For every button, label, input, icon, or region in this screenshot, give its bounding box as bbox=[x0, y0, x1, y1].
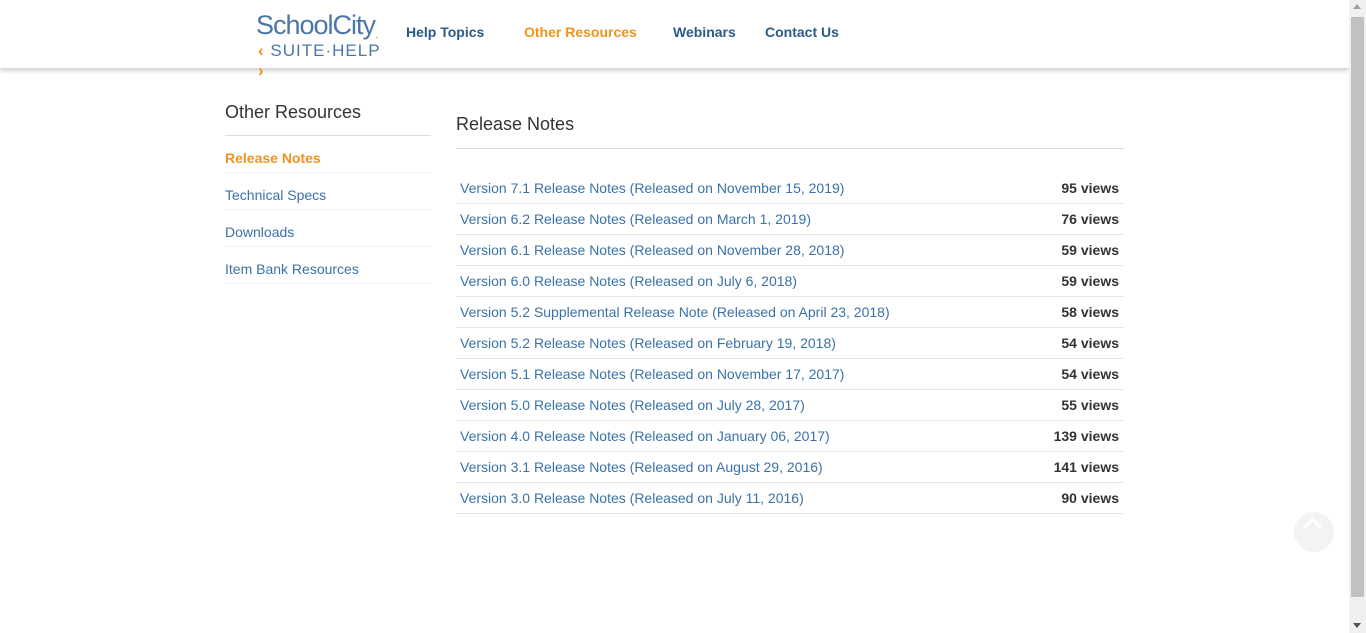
release-notes-list: Version 7.1 Release Notes (Released on N… bbox=[456, 173, 1124, 514]
list-item: Version 7.1 Release Notes (Released on N… bbox=[456, 173, 1124, 204]
list-item: Version 4.0 Release Notes (Released on J… bbox=[456, 421, 1124, 452]
scrollbar-thumb[interactable] bbox=[1351, 17, 1364, 597]
release-note-link[interactable]: Version 5.0 Release Notes (Released on J… bbox=[460, 397, 805, 413]
release-note-link[interactable]: Version 6.2 Release Notes (Released on M… bbox=[460, 211, 811, 227]
logo-suite-help: ‹ SUITE·HELP › bbox=[258, 41, 381, 80]
view-count: 139 views bbox=[1053, 428, 1119, 444]
list-item: Version 6.2 Release Notes (Released on M… bbox=[456, 204, 1124, 235]
back-to-top-button[interactable] bbox=[1294, 512, 1334, 552]
sidebar-title: Other Resources bbox=[225, 102, 431, 136]
release-note-link[interactable]: Version 3.0 Release Notes (Released on J… bbox=[460, 490, 804, 506]
sidebar-item-downloads: Downloads bbox=[225, 210, 431, 247]
view-count: 59 views bbox=[1061, 242, 1119, 258]
sidebar-item-item-bank-resources: Item Bank Resources bbox=[225, 247, 431, 284]
nav-help-topics[interactable]: Help Topics bbox=[406, 24, 484, 40]
view-count: 58 views bbox=[1061, 304, 1119, 320]
view-count: 55 views bbox=[1061, 397, 1119, 413]
release-note-link[interactable]: Version 5.1 Release Notes (Released on N… bbox=[460, 366, 844, 382]
scroll-up-arrow-icon[interactable] bbox=[1353, 4, 1361, 9]
schoolcity-logo[interactable]: SchoolCity. ‹ SUITE·HELP › bbox=[256, 10, 391, 80]
view-count: 76 views bbox=[1061, 211, 1119, 227]
list-item: Version 6.0 Release Notes (Released on J… bbox=[456, 266, 1124, 297]
chevron-up-icon bbox=[1303, 517, 1322, 536]
release-note-link[interactable]: Version 3.1 Release Notes (Released on A… bbox=[460, 459, 823, 475]
sidebar-link-item-bank-resources[interactable]: Item Bank Resources bbox=[225, 247, 431, 283]
list-item: Version 5.2 Release Notes (Released on F… bbox=[456, 328, 1124, 359]
view-count: 54 views bbox=[1061, 366, 1119, 382]
sidebar-link-downloads[interactable]: Downloads bbox=[225, 210, 431, 246]
release-note-link[interactable]: Version 5.2 Release Notes (Released on F… bbox=[460, 335, 836, 351]
release-note-link[interactable]: Version 7.1 Release Notes (Released on N… bbox=[460, 180, 844, 196]
release-note-link[interactable]: Version 6.1 Release Notes (Released on N… bbox=[460, 242, 844, 258]
view-count: 90 views bbox=[1061, 490, 1119, 506]
sidebar-item-technical-specs: Technical Specs bbox=[225, 173, 431, 210]
view-count: 95 views bbox=[1061, 180, 1119, 196]
list-item: Version 6.1 Release Notes (Released on N… bbox=[456, 235, 1124, 266]
list-item: Version 5.2 Supplemental Release Note (R… bbox=[456, 297, 1124, 328]
list-item: Version 3.0 Release Notes (Released on J… bbox=[456, 483, 1124, 514]
list-item: Version 5.0 Release Notes (Released on J… bbox=[456, 390, 1124, 421]
sidebar-item-release-notes: Release Notes bbox=[225, 136, 431, 173]
page-title: Release Notes bbox=[456, 114, 1124, 149]
release-note-link[interactable]: Version 4.0 Release Notes (Released on J… bbox=[460, 428, 830, 444]
logo-brand: SchoolCity. bbox=[256, 10, 379, 41]
release-note-link[interactable]: Version 5.2 Supplemental Release Note (R… bbox=[460, 304, 890, 320]
main-content: Release Notes Version 7.1 Release Notes … bbox=[456, 114, 1124, 514]
view-count: 141 views bbox=[1053, 459, 1119, 475]
nav-contact-us[interactable]: Contact Us bbox=[765, 24, 839, 40]
nav-webinars[interactable]: Webinars bbox=[673, 24, 736, 40]
sidebar-link-technical-specs[interactable]: Technical Specs bbox=[225, 173, 431, 209]
view-count: 54 views bbox=[1061, 335, 1119, 351]
list-item: Version 3.1 Release Notes (Released on A… bbox=[456, 452, 1124, 483]
release-note-link[interactable]: Version 6.0 Release Notes (Released on J… bbox=[460, 273, 797, 289]
view-count: 59 views bbox=[1061, 273, 1119, 289]
sidebar-link-release-notes[interactable]: Release Notes bbox=[225, 136, 431, 172]
site-header: SchoolCity. ‹ SUITE·HELP › Help Topics O… bbox=[0, 0, 1349, 80]
sidebar-list: Release Notes Technical Specs Downloads … bbox=[225, 136, 431, 284]
page-scrollbar[interactable] bbox=[1349, 0, 1366, 633]
sidebar: Other Resources Release Notes Technical … bbox=[225, 102, 431, 284]
list-item: Version 5.1 Release Notes (Released on N… bbox=[456, 359, 1124, 390]
nav-other-resources[interactable]: Other Resources bbox=[524, 24, 637, 40]
scroll-down-arrow-icon[interactable] bbox=[1353, 623, 1361, 628]
